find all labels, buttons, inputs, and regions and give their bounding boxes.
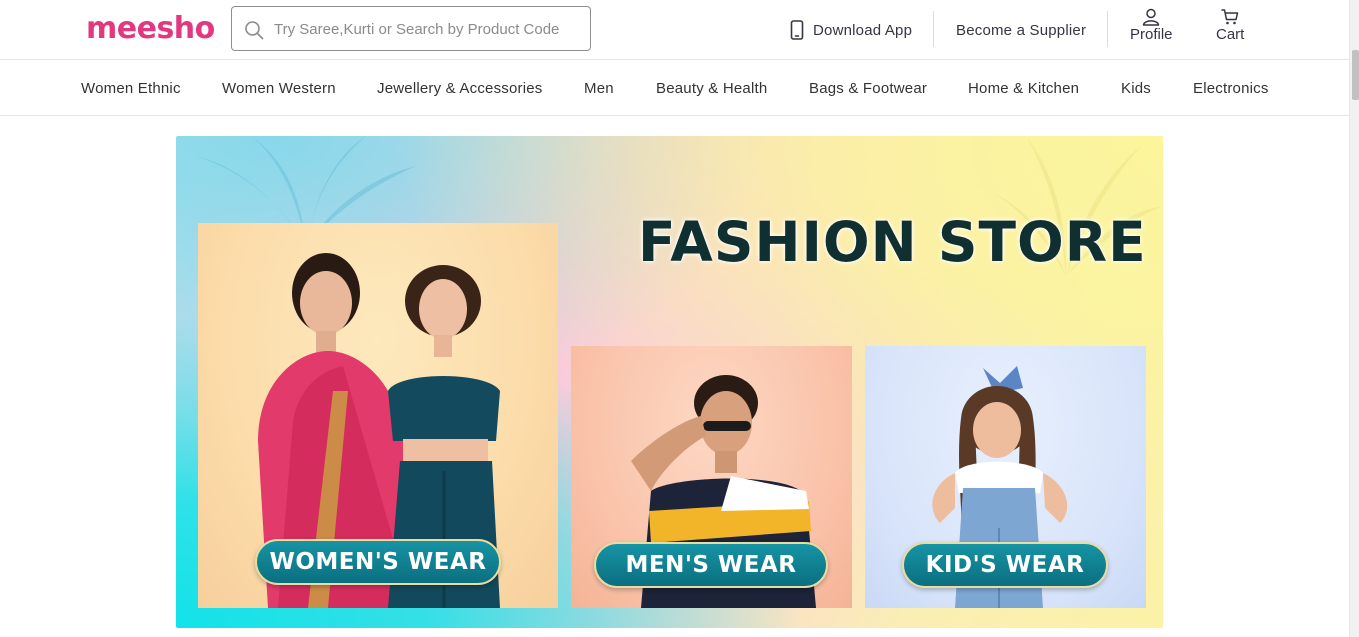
- download-app-label: Download App: [813, 21, 913, 39]
- category-kids[interactable]: Kids: [1121, 80, 1151, 97]
- scrollbar-thumb[interactable]: [1352, 50, 1359, 100]
- banner-title: FASHION STORE: [638, 210, 1147, 274]
- profile-button[interactable]: Profile: [1130, 8, 1173, 43]
- category-men[interactable]: Men: [584, 80, 614, 97]
- mobile-phone-icon: [790, 20, 804, 40]
- header-divider: [1107, 11, 1108, 47]
- search-icon: [245, 21, 264, 40]
- category-home-kitchen[interactable]: Home & Kitchen: [968, 80, 1079, 97]
- category-women-ethnic[interactable]: Women Ethnic: [81, 80, 181, 97]
- mens-wear-button[interactable]: MEN'S WEAR: [594, 542, 828, 588]
- search-box[interactable]: [231, 6, 591, 51]
- kids-wear-card[interactable]: KID'S WEAR: [865, 346, 1146, 608]
- top-header: meesho Download App Become a Supplier Pr…: [0, 0, 1349, 60]
- meesho-logo[interactable]: meesho: [86, 11, 215, 46]
- profile-label: Profile: [1130, 26, 1173, 43]
- category-nav: Women Ethnic Women Western Jewellery & A…: [0, 61, 1349, 116]
- user-icon: [1143, 8, 1160, 26]
- category-electronics[interactable]: Electronics: [1193, 80, 1269, 97]
- download-app-link[interactable]: Download App: [790, 0, 912, 60]
- become-supplier-link[interactable]: Become a Supplier: [956, 0, 1086, 60]
- search-input[interactable]: [274, 17, 579, 41]
- fashion-store-banner[interactable]: FASHION STORE WOMEN'S WEAR MEN'S WEAR KI…: [176, 136, 1163, 628]
- cart-label: Cart: [1216, 26, 1245, 43]
- cart-button[interactable]: Cart: [1216, 8, 1244, 43]
- womens-wear-button[interactable]: WOMEN'S WEAR: [255, 539, 501, 585]
- header-divider: [933, 11, 934, 47]
- mens-wear-card[interactable]: MEN'S WEAR: [571, 346, 852, 608]
- category-bags-footwear[interactable]: Bags & Footwear: [809, 80, 927, 97]
- category-jewellery-accessories[interactable]: Jewellery & Accessories: [377, 80, 543, 97]
- kids-wear-button[interactable]: KID'S WEAR: [902, 542, 1108, 588]
- cart-icon: [1221, 9, 1239, 25]
- category-beauty-health[interactable]: Beauty & Health: [656, 80, 767, 97]
- womens-wear-card[interactable]: WOMEN'S WEAR: [198, 223, 558, 608]
- category-women-western[interactable]: Women Western: [222, 80, 336, 97]
- become-supplier-label: Become a Supplier: [956, 21, 1087, 39]
- page-scrollbar[interactable]: [1349, 0, 1359, 637]
